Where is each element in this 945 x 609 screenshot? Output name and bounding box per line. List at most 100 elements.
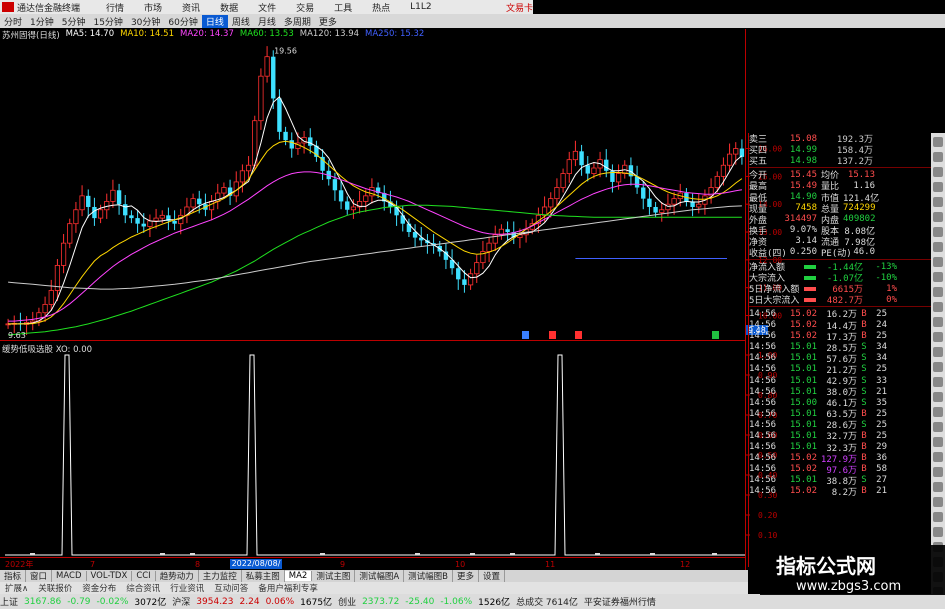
- tool-x-icon[interactable]: [933, 482, 943, 492]
- date-label: 8: [195, 560, 200, 569]
- tool-z-icon[interactable]: [933, 512, 943, 522]
- tab-1[interactable]: 窗口: [26, 570, 53, 582]
- tool-a-icon[interactable]: [933, 137, 943, 147]
- tool-k-icon[interactable]: [933, 287, 943, 297]
- date-label: 7: [90, 560, 95, 569]
- tool-g-icon[interactable]: [933, 227, 943, 237]
- tool-q-icon[interactable]: [933, 377, 943, 387]
- tab-9[interactable]: 测试主图: [312, 570, 356, 582]
- candle-body: [591, 167, 597, 174]
- tool-d-icon[interactable]: [933, 182, 943, 192]
- tool-v-icon[interactable]: [933, 452, 943, 462]
- candle-body: [245, 164, 252, 172]
- flow-bar: [804, 264, 816, 269]
- candle-body: [615, 173, 622, 183]
- indicator-blip: [650, 553, 655, 555]
- tab-13[interactable]: 设置: [479, 570, 506, 582]
- toolbar-item-5[interactable]: 互动问答: [209, 582, 253, 594]
- tab-2[interactable]: MACD: [52, 571, 87, 581]
- indicator-blip: [470, 553, 475, 555]
- stat-row: 收益(四) 0.250 PE(动) 46.0: [749, 247, 931, 259]
- ob-price: 14.98: [789, 155, 817, 166]
- tick-direction: S: [861, 475, 867, 486]
- tick-direction: S: [861, 375, 867, 386]
- flow-pct: -13%: [875, 261, 897, 272]
- stat-value: 7458: [795, 203, 817, 214]
- tool-m-icon[interactable]: [933, 317, 943, 327]
- tool-e-icon[interactable]: [933, 197, 943, 207]
- candle-body: [159, 214, 165, 219]
- tab-12[interactable]: 更多: [453, 570, 480, 582]
- candle-body: [585, 165, 590, 174]
- tick-price: 15.01: [789, 408, 817, 419]
- tool-s-icon[interactable]: [933, 407, 943, 417]
- date-label: 2022年: [5, 559, 33, 569]
- stat-value: 409802: [843, 214, 876, 225]
- event-marker[interactable]: [712, 331, 719, 339]
- tab-6[interactable]: 主力监控: [199, 570, 242, 582]
- candle-body: [86, 195, 91, 207]
- index-value: 3167.86: [24, 596, 62, 607]
- toolbar-item-3[interactable]: 综合资讯: [121, 582, 165, 594]
- tick-time: 14:56: [749, 331, 777, 342]
- index-name[interactable]: 创业: [338, 595, 356, 608]
- tick-count: 29: [876, 442, 887, 453]
- tool-aa-icon[interactable]: [933, 527, 943, 537]
- index-change: -25.40: [405, 596, 435, 607]
- toolbar-item-6[interactable]: 备用户福利专享: [253, 582, 323, 594]
- candle-body: [110, 189, 116, 202]
- tool-j-icon[interactable]: [933, 272, 943, 282]
- tab-11[interactable]: 测试幅图B: [404, 570, 453, 582]
- candle-body: [714, 175, 720, 188]
- tool-o-icon[interactable]: [933, 347, 943, 357]
- toolbar-item-1[interactable]: 关联报价: [33, 582, 77, 594]
- tool-w-icon[interactable]: [933, 467, 943, 477]
- tab-0[interactable]: 指标: [0, 570, 27, 582]
- indicator-label: 缓势低吸选股 XO: 0.00: [2, 345, 93, 355]
- candle-body: [67, 223, 73, 244]
- toolbar-item-4[interactable]: 行业资讯: [165, 582, 209, 594]
- candle-body: [467, 273, 474, 286]
- tick-count: 25: [876, 430, 887, 441]
- tool-h-icon[interactable]: [933, 242, 943, 252]
- candle-body: [289, 140, 294, 149]
- tool-r-icon[interactable]: [933, 392, 943, 402]
- tab-8[interactable]: MA2: [284, 571, 313, 581]
- event-marker[interactable]: [549, 331, 556, 339]
- toolbar-item-2[interactable]: 资金分布: [77, 582, 121, 594]
- tool-f-icon[interactable]: [933, 212, 943, 222]
- event-marker[interactable]: [575, 331, 582, 339]
- tick-price: 15.02: [789, 453, 817, 464]
- index-name[interactable]: 沪深: [172, 595, 190, 608]
- tool-y-icon[interactable]: [933, 497, 943, 507]
- tab-4[interactable]: CCI: [132, 571, 156, 581]
- tool-b-icon[interactable]: [933, 152, 943, 162]
- event-marker[interactable]: [522, 331, 529, 339]
- date-label: 12: [680, 560, 690, 569]
- stat-value: 15.49: [789, 180, 817, 191]
- tool-l-icon[interactable]: [933, 302, 943, 312]
- tool-n-icon[interactable]: [933, 332, 943, 342]
- toolbar-item-0[interactable]: 扩展∧: [0, 582, 33, 594]
- candle-body: [239, 170, 246, 183]
- stat-value: 14.90: [789, 192, 817, 203]
- tick-volume: 8.2万: [831, 487, 857, 498]
- tab-3[interactable]: VOL-TDX: [87, 571, 133, 581]
- tab-10[interactable]: 测试幅图A: [355, 570, 405, 582]
- tool-u-icon[interactable]: [933, 437, 943, 447]
- candle-body: [541, 206, 548, 216]
- tool-p-icon[interactable]: [933, 362, 943, 372]
- tick-time: 14:56: [749, 453, 777, 464]
- tick-price: 15.01: [789, 353, 817, 364]
- tool-t-icon[interactable]: [933, 422, 943, 432]
- tab-5[interactable]: 趋势动力: [156, 570, 199, 582]
- tool-c-icon[interactable]: [933, 167, 943, 177]
- tab-7[interactable]: 私募主图: [242, 570, 285, 582]
- candle-body: [135, 218, 140, 224]
- candle-body: [147, 220, 153, 227]
- tick-price: 15.01: [789, 386, 817, 397]
- candle-body: [104, 201, 110, 211]
- tool-i-icon[interactable]: [933, 257, 943, 267]
- index-name[interactable]: 上证: [0, 595, 18, 608]
- indicator-line: [5, 354, 745, 556]
